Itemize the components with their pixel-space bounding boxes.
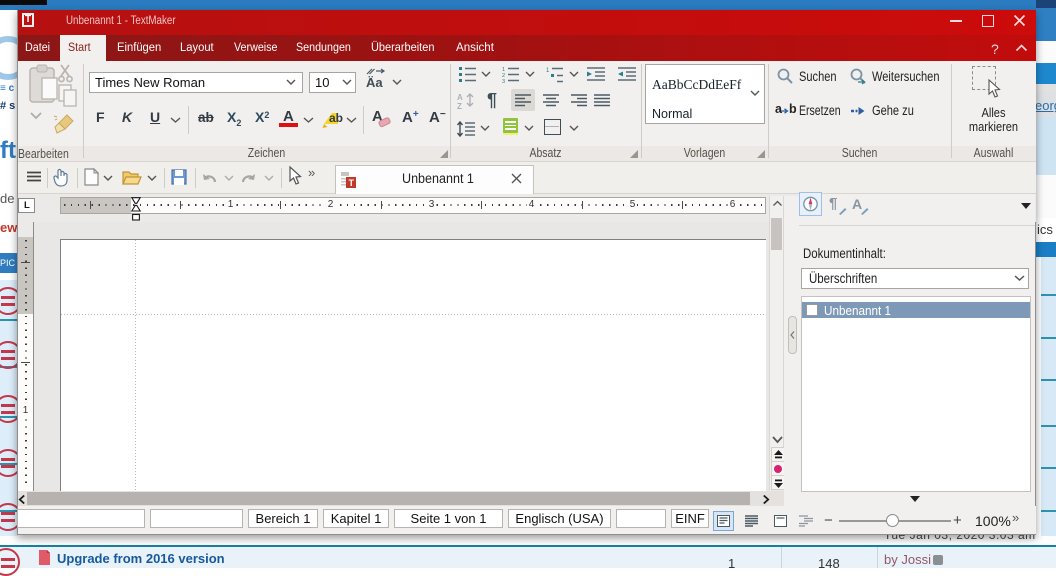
svg-text:T: T <box>349 178 355 188</box>
svg-text:3: 3 <box>502 79 505 85</box>
svg-text:A: A <box>457 93 463 102</box>
svg-text:Z: Z <box>457 102 462 111</box>
svg-text:1: 1 <box>546 68 550 74</box>
